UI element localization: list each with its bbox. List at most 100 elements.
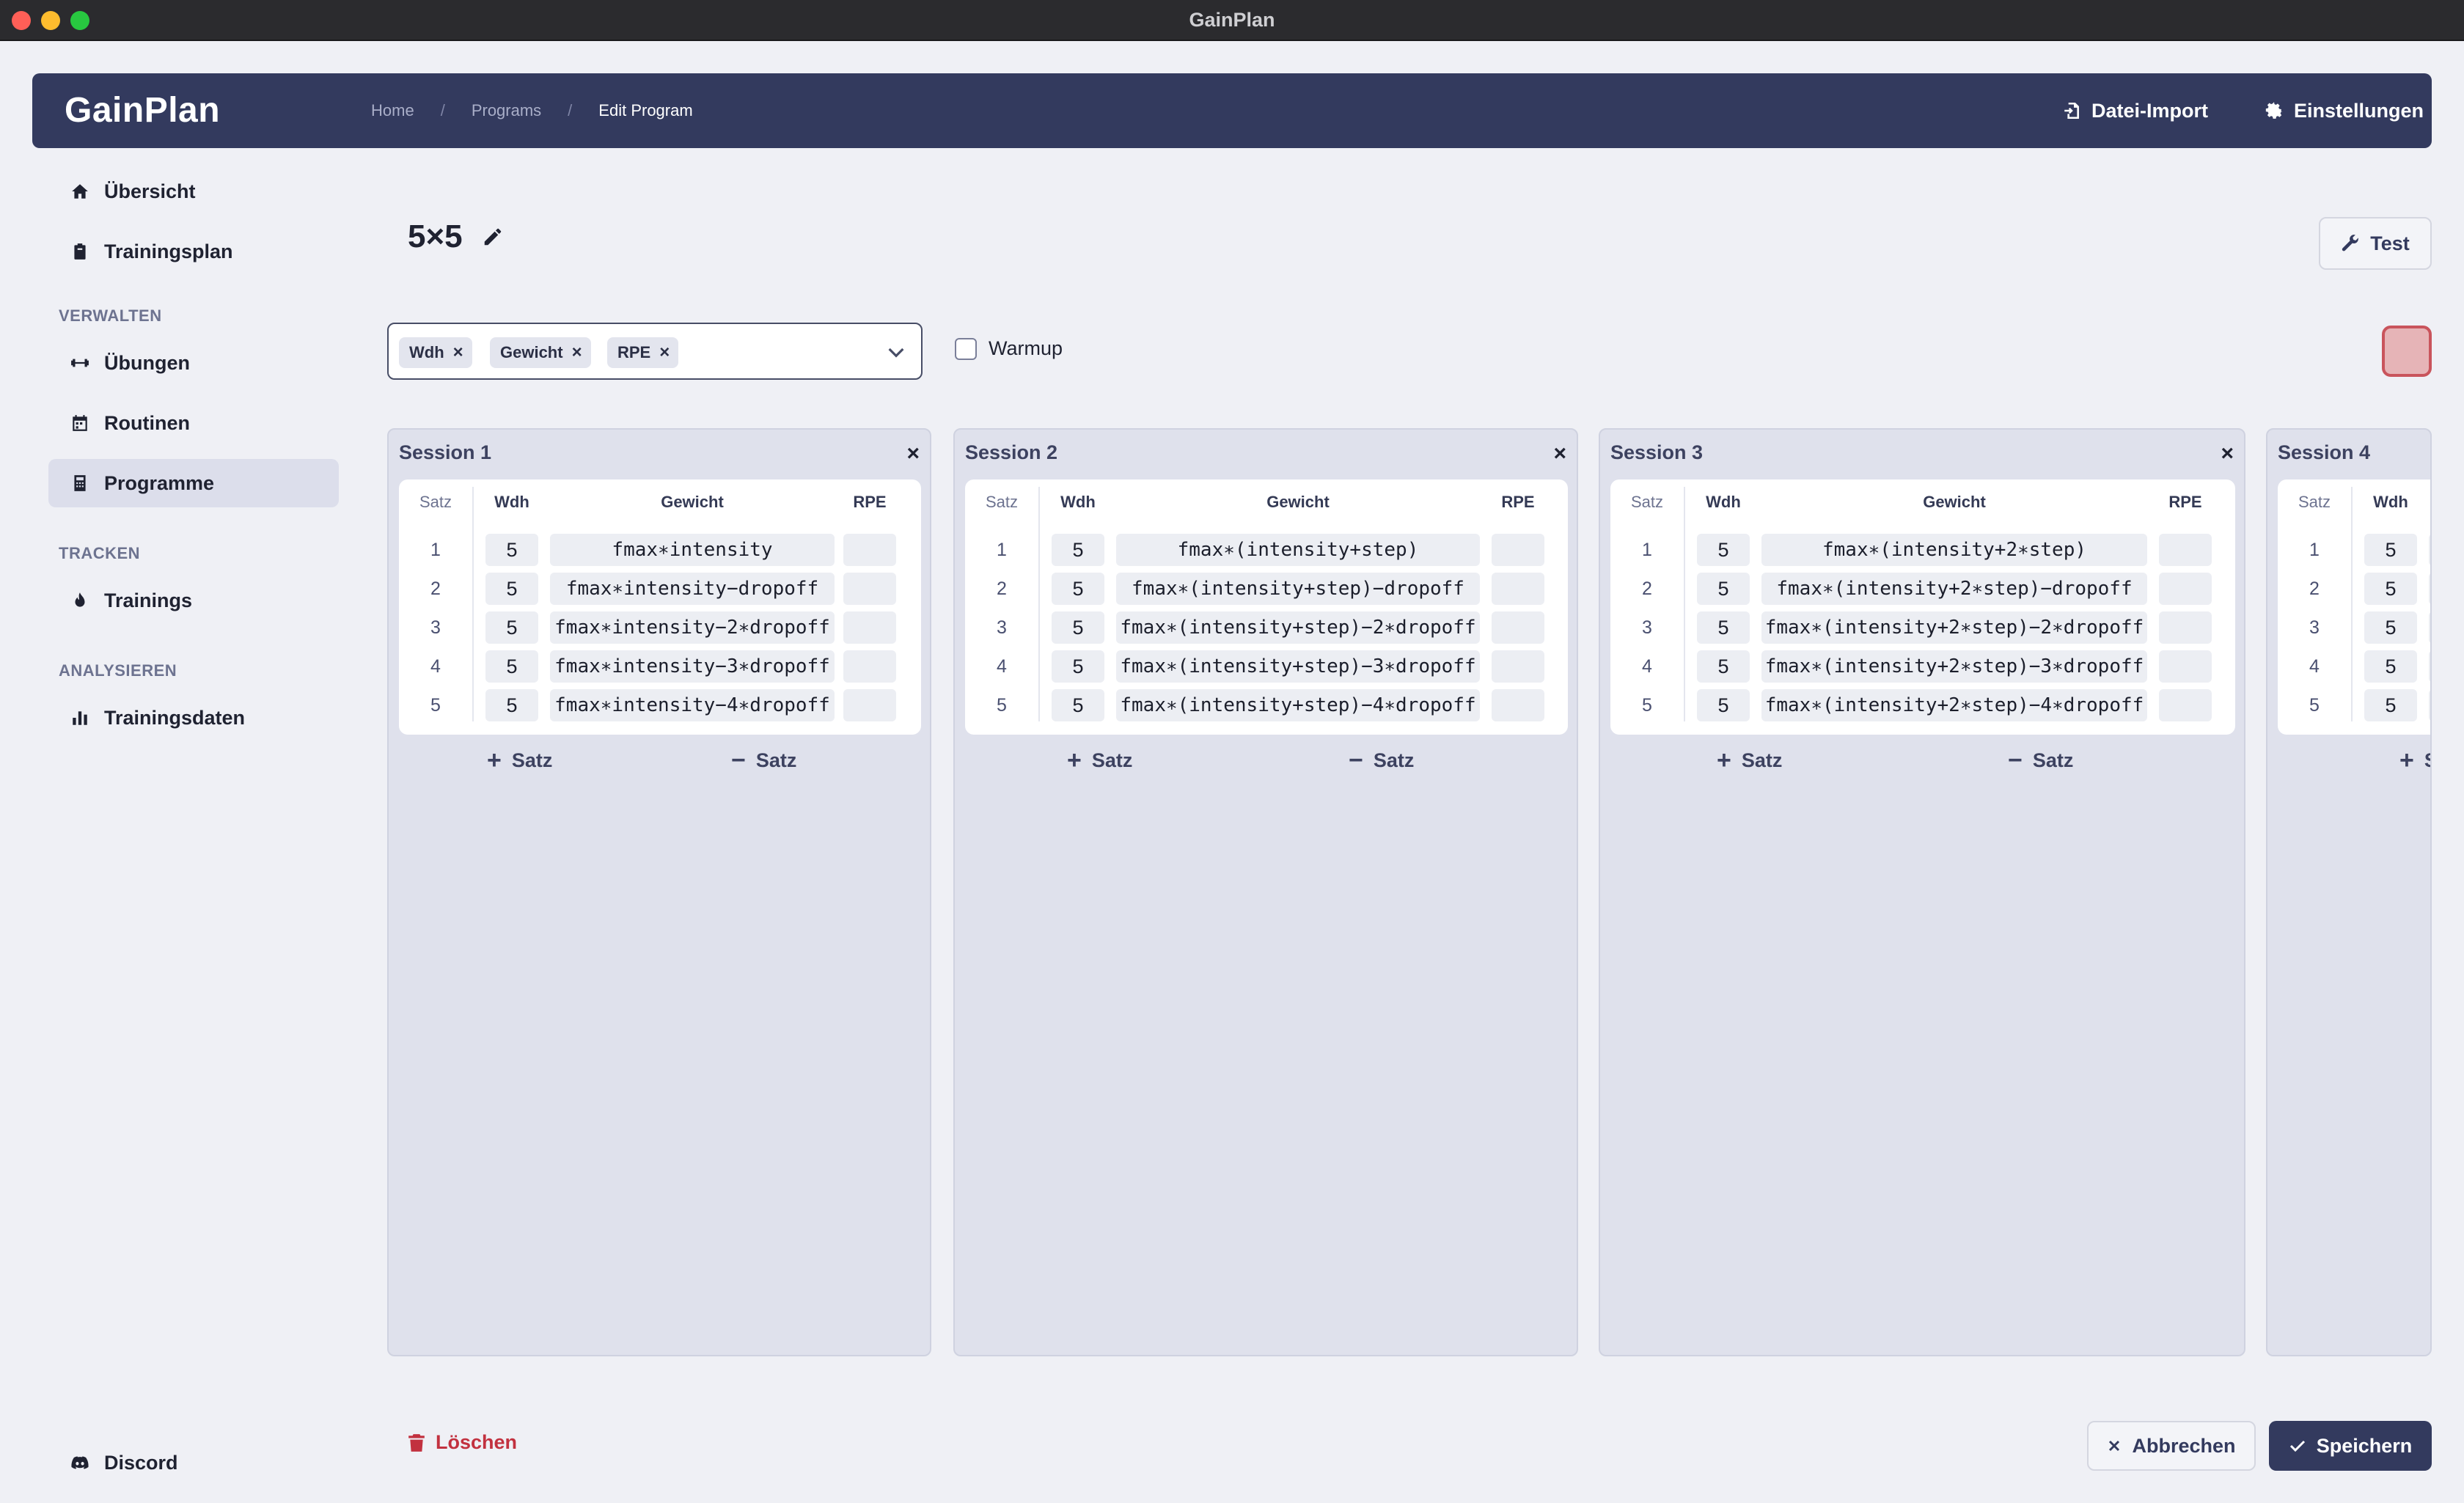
reps-input[interactable]: 5 (485, 611, 538, 644)
flame-icon (75, 592, 85, 607)
chevron-down-icon[interactable] (884, 340, 908, 364)
reps-input[interactable]: 5 (1697, 573, 1750, 605)
rpe-input[interactable] (1492, 573, 1544, 605)
rpe-input[interactable] (843, 650, 896, 683)
reps-input[interactable]: 5 (1052, 534, 1104, 566)
weight-formula-input[interactable] (2429, 534, 2430, 566)
rpe-input[interactable] (843, 689, 896, 721)
weight-formula-input[interactable]: fmax∗(intensity+2∗step)−2∗dropoff (1761, 611, 2147, 644)
save-button[interactable]: Speichern (2269, 1421, 2432, 1471)
settings-button[interactable]: Einstellungen (2265, 73, 2424, 148)
sidebar-item-trainings[interactable]: Trainings (48, 576, 339, 625)
remove-chip-icon[interactable]: × (659, 342, 670, 363)
remove-chip-icon[interactable]: × (453, 342, 463, 363)
remove-set-button[interactable]: − Satz (2008, 746, 2073, 775)
weight-formula-input[interactable] (2429, 573, 2430, 605)
weight-formula-input[interactable]: fmax∗(intensity+2∗step)−dropoff (1761, 573, 2147, 605)
weight-formula-input[interactable]: fmax∗(intensity+step) (1116, 534, 1480, 566)
rpe-input[interactable] (1492, 689, 1544, 721)
weight-formula-input[interactable] (2429, 611, 2430, 644)
reps-input[interactable]: 5 (1052, 650, 1104, 683)
weight-formula-input[interactable]: fmax∗intensity−3∗dropoff (550, 650, 835, 683)
rpe-input[interactable] (843, 534, 896, 566)
reps-input[interactable]: 5 (485, 689, 538, 721)
close-session-icon[interactable]: × (1553, 441, 1566, 466)
sidebar-item-routinen[interactable]: Routinen (48, 399, 339, 447)
reps-input[interactable]: 5 (1052, 611, 1104, 644)
rpe-input[interactable] (1492, 534, 1544, 566)
reps-input[interactable]: 5 (1052, 689, 1104, 721)
remove-set-button[interactable]: − Satz (1349, 746, 1414, 775)
weight-formula-input[interactable]: fmax∗intensity (550, 534, 835, 566)
breadcrumb-programs[interactable]: Programs (472, 73, 541, 148)
reps-input[interactable]: 5 (2364, 573, 2417, 605)
breadcrumb-home[interactable]: Home (371, 73, 414, 148)
reps-input[interactable]: 5 (1697, 534, 1750, 566)
reps-input[interactable]: 5 (1697, 689, 1750, 721)
weight-formula-input[interactable]: fmax∗(intensity+step)−2∗dropoff (1116, 611, 1480, 644)
column-divider (1684, 487, 1685, 721)
reps-input[interactable]: 5 (2364, 611, 2417, 644)
set-number: 2 (997, 578, 1007, 599)
warmup-checkbox[interactable] (955, 337, 977, 360)
reps-input[interactable]: 5 (485, 534, 538, 566)
rpe-input[interactable] (2159, 611, 2212, 644)
close-session-icon[interactable]: × (2221, 441, 2234, 466)
add-set-button[interactable]: + Satz (2399, 746, 2430, 775)
rpe-input[interactable] (2159, 650, 2212, 683)
rpe-input[interactable] (843, 573, 896, 605)
remove-set-button[interactable]: − Satz (731, 746, 796, 775)
sidebar-item-discord[interactable]: Discord (48, 1438, 339, 1487)
weight-formula-input[interactable] (2429, 650, 2430, 683)
sidebar-item-trainingsplan[interactable]: Trainingsplan (48, 227, 339, 276)
rpe-input[interactable] (1492, 650, 1544, 683)
rpe-input[interactable] (2159, 534, 2212, 566)
sidebar-item-uebersicht[interactable]: Übersicht (48, 167, 339, 216)
weight-formula-input[interactable]: fmax∗intensity−2∗dropoff (550, 611, 835, 644)
warmup-toggle[interactable]: Warmup (955, 337, 1063, 360)
add-set-button[interactable]: + Satz (487, 746, 552, 775)
sidebar-item-programme[interactable]: Programme (48, 459, 339, 507)
weight-formula-input[interactable]: fmax∗(intensity+step)−dropoff (1116, 573, 1480, 605)
minus-icon: − (731, 746, 746, 774)
sidebar-item-trainingsdaten[interactable]: Trainingsdaten (48, 694, 339, 742)
reps-input[interactable]: 5 (2364, 689, 2417, 721)
columns-multiselect[interactable]: Wdh × Gewicht × RPE × (387, 323, 923, 380)
reps-input[interactable]: 5 (485, 573, 538, 605)
weight-formula-input[interactable]: fmax∗(intensity+2∗step)−4∗dropoff (1761, 689, 2147, 721)
weight-formula-input[interactable]: fmax∗(intensity+2∗step)−3∗dropoff (1761, 650, 2147, 683)
rpe-input[interactable] (2159, 689, 2212, 721)
header-gewicht: Gewicht (1266, 493, 1330, 511)
weight-formula-input[interactable]: fmax∗(intensity+2∗step) (1761, 534, 2147, 566)
app-logo[interactable]: GainPlan (65, 73, 220, 148)
remove-chip-icon[interactable]: × (572, 342, 582, 363)
close-session-icon[interactable]: × (906, 441, 920, 466)
header-wdh: Wdh (1060, 493, 1096, 511)
weight-formula-input[interactable]: fmax∗intensity−dropoff (550, 573, 835, 605)
weight-formula-input[interactable]: fmax∗(intensity+step)−4∗dropoff (1116, 689, 1480, 721)
file-import-button[interactable]: Datei-Import (2062, 73, 2208, 148)
weight-formula-input[interactable]: fmax∗intensity−4∗dropoff (550, 689, 835, 721)
rpe-input[interactable] (843, 611, 896, 644)
reps-input[interactable]: 5 (485, 650, 538, 683)
sidebar-item-uebungen[interactable]: Übungen (48, 339, 339, 387)
reps-input[interactable]: 5 (2364, 650, 2417, 683)
color-picker-swatch[interactable] (2382, 326, 2432, 377)
section-tracken: TRACKEN (59, 544, 141, 562)
cancel-button[interactable]: Abbrechen (2087, 1421, 2256, 1471)
pencil-icon[interactable] (482, 226, 504, 248)
reps-input[interactable]: 5 (2364, 534, 2417, 566)
add-set-button[interactable]: + Satz (1067, 746, 1132, 775)
reps-input[interactable]: 5 (1697, 611, 1750, 644)
weight-formula-input[interactable] (2429, 689, 2430, 721)
test-button[interactable]: Test (2319, 217, 2432, 270)
add-set-button[interactable]: + Satz (1717, 746, 1782, 775)
reps-input[interactable]: 5 (1697, 650, 1750, 683)
reps-input[interactable]: 5 (1052, 573, 1104, 605)
rpe-input[interactable] (2159, 573, 2212, 605)
rpe-input[interactable] (1492, 611, 1544, 644)
weight-formula-input[interactable]: fmax∗(intensity+step)−3∗dropoff (1116, 650, 1480, 683)
set-number: 1 (997, 540, 1007, 560)
delete-button[interactable]: Löschen (408, 1431, 517, 1454)
plus-icon: + (1717, 746, 1731, 774)
